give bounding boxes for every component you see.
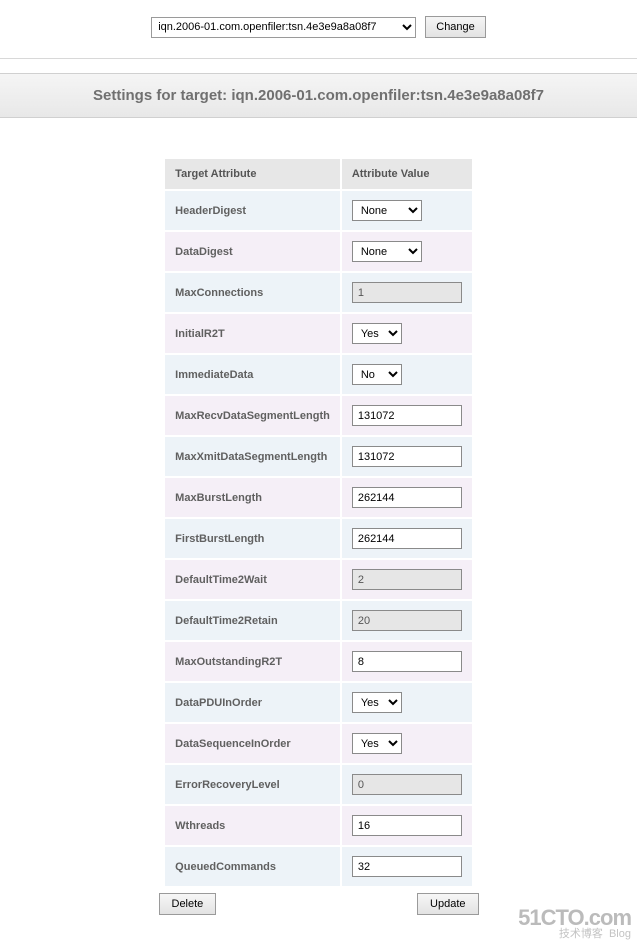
attr-value-cell [341, 600, 473, 641]
attr-value-cell [341, 272, 473, 313]
attr-value-cell: Yes [341, 682, 473, 723]
attr-value-cell [341, 805, 473, 846]
attr-value-cell [341, 477, 473, 518]
attr-readonly-input [352, 282, 462, 303]
table-row: FirstBurstLength [164, 518, 473, 559]
attr-value-cell: None [341, 190, 473, 231]
attr-value-cell [341, 436, 473, 477]
table-row: InitialR2T Yes [164, 313, 473, 354]
table-row: DataSequenceInOrder Yes [164, 723, 473, 764]
attr-label: QueuedCommands [164, 846, 341, 887]
attr-label: MaxBurstLength [164, 477, 341, 518]
attr-label: DefaultTime2Retain [164, 600, 341, 641]
update-button[interactable]: Update [417, 893, 478, 915]
attr-text-input[interactable] [352, 856, 462, 877]
table-row: DataPDUInOrder Yes [164, 682, 473, 723]
attr-readonly-input [352, 610, 462, 631]
table-header-row: Target Attribute Attribute Value [164, 158, 473, 190]
table-row: ErrorRecoveryLevel [164, 764, 473, 805]
attr-select[interactable]: None [352, 200, 422, 221]
attr-label: DataPDUInOrder [164, 682, 341, 723]
attr-label: DataDigest [164, 231, 341, 272]
attr-label: MaxXmitDataSegmentLength [164, 436, 341, 477]
attr-label: FirstBurstLength [164, 518, 341, 559]
change-button[interactable]: Change [425, 16, 486, 38]
divider [0, 58, 637, 59]
table-row: MaxXmitDataSegmentLength [164, 436, 473, 477]
settings-header: Settings for target: iqn.2006-01.com.ope… [0, 73, 637, 118]
table-row: ImmediateData No [164, 354, 473, 395]
attr-text-input[interactable] [352, 405, 462, 426]
attr-select[interactable]: None [352, 241, 422, 262]
settings-header-target: iqn.2006-01.com.openfiler:tsn.4e3e9a8a08… [231, 87, 544, 104]
target-selector-bar: iqn.2006-01.com.openfiler:tsn.4e3e9a8a08… [0, 0, 637, 58]
attr-label: MaxOutstandingR2T [164, 641, 341, 682]
attributes-table: Target Attribute Attribute Value HeaderD… [164, 158, 473, 887]
table-row: DefaultTime2Retain [164, 600, 473, 641]
attr-text-input[interactable] [352, 815, 462, 836]
table-row: DefaultTime2Wait [164, 559, 473, 600]
attr-label: ImmediateData [164, 354, 341, 395]
watermark-line2: 技术博客 Blog [518, 929, 631, 940]
table-row: DataDigest None [164, 231, 473, 272]
table-row: Wthreads [164, 805, 473, 846]
attr-readonly-input [352, 569, 462, 590]
attr-label: DataSequenceInOrder [164, 723, 341, 764]
attr-text-input[interactable] [352, 446, 462, 467]
attr-label: Wthreads [164, 805, 341, 846]
attributes-section: Target Attribute Attribute Value HeaderD… [0, 118, 637, 925]
attr-text-input[interactable] [352, 651, 462, 672]
table-row: QueuedCommands [164, 846, 473, 887]
col-header-attribute: Target Attribute [164, 158, 341, 190]
attr-label: MaxConnections [164, 272, 341, 313]
attr-value-cell: None [341, 231, 473, 272]
attr-label: DefaultTime2Wait [164, 559, 341, 600]
attr-value-cell: No [341, 354, 473, 395]
attr-label: ErrorRecoveryLevel [164, 764, 341, 805]
attr-value-cell [341, 518, 473, 559]
attr-select[interactable]: Yes [352, 692, 402, 713]
table-row: MaxBurstLength [164, 477, 473, 518]
target-select[interactable]: iqn.2006-01.com.openfiler:tsn.4e3e9a8a08… [151, 17, 416, 38]
attr-value-cell: Yes [341, 313, 473, 354]
attr-value-cell [341, 395, 473, 436]
attr-value-cell [341, 559, 473, 600]
table-row: MaxRecvDataSegmentLength [164, 395, 473, 436]
attr-select[interactable]: Yes [352, 323, 402, 344]
col-header-value: Attribute Value [341, 158, 473, 190]
table-row: MaxOutstandingR2T [164, 641, 473, 682]
attr-label: MaxRecvDataSegmentLength [164, 395, 341, 436]
attr-label: HeaderDigest [164, 190, 341, 231]
attr-value-cell [341, 641, 473, 682]
table-row: HeaderDigest None [164, 190, 473, 231]
action-buttons: Delete Update [159, 893, 479, 915]
attr-text-input[interactable] [352, 487, 462, 508]
attr-value-cell [341, 764, 473, 805]
attr-text-input[interactable] [352, 528, 462, 549]
delete-button[interactable]: Delete [159, 893, 217, 915]
attr-select[interactable]: Yes [352, 733, 402, 754]
attr-readonly-input [352, 774, 462, 795]
attr-value-cell: Yes [341, 723, 473, 764]
table-row: MaxConnections [164, 272, 473, 313]
attr-value-cell [341, 846, 473, 887]
attr-select[interactable]: No [352, 364, 402, 385]
attr-label: InitialR2T [164, 313, 341, 354]
settings-header-prefix: Settings for target: [93, 87, 231, 104]
